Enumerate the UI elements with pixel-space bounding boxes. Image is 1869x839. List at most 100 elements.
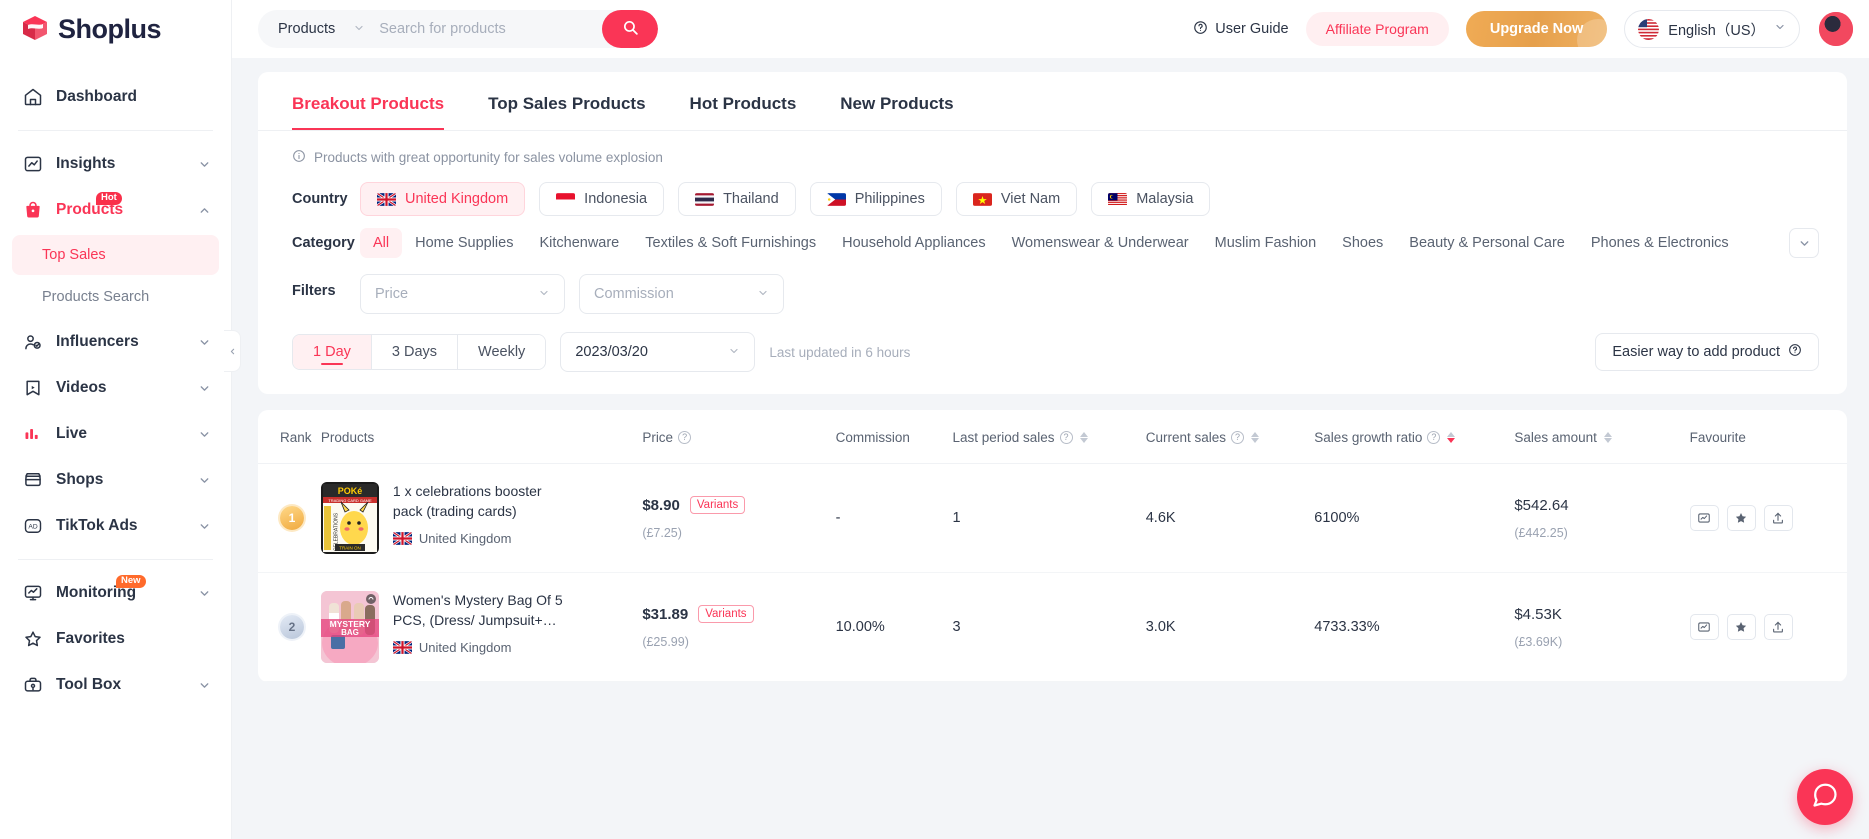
table-row[interactable]: 1 POKé TRADING CARD GAME CELEBRATIONS TR… (258, 463, 1847, 573)
sidebar-item-videos[interactable]: Videos (0, 365, 231, 411)
language-selector[interactable]: English（US） (1624, 10, 1800, 48)
sidebar-subitem-products-search[interactable]: Products Search (12, 277, 219, 317)
brand-logo[interactable]: Shoplus (0, 0, 231, 58)
cell-price: $8.90 Variants (£7.25) (642, 463, 836, 573)
variants-badge[interactable]: Variants (689, 496, 746, 514)
sidebar-item-live[interactable]: Live (0, 411, 231, 457)
time-range-1-day[interactable]: 1 Day (293, 335, 372, 369)
filter-selects: Price Commission (360, 274, 784, 314)
tabs-underline (258, 130, 1847, 131)
cell-sales-amount: $4.53K (£3.69K) (1514, 572, 1690, 682)
th-commission-label: Commission (835, 430, 910, 445)
th-last-period-sales-label: Last period sales (952, 430, 1055, 445)
th-price[interactable]: Price ? (642, 410, 836, 464)
sidebar-item-tiktok-ads[interactable]: AD TikTok Ads (0, 503, 231, 549)
commission-filter-select[interactable]: Commission (579, 274, 784, 314)
sidebar-item-insights[interactable]: Insights (0, 141, 231, 187)
search-input[interactable] (379, 21, 602, 37)
country-chip-thailand[interactable]: Thailand (678, 182, 796, 216)
search-submit-button[interactable] (602, 10, 658, 48)
home-icon (22, 87, 43, 108)
sort-toggle-active[interactable] (1447, 432, 1456, 443)
export-icon-button[interactable] (1763, 505, 1793, 531)
category-all[interactable]: All (360, 228, 403, 258)
tab-hot-products[interactable]: Hot Products (690, 94, 797, 131)
sidebar-subitem-top-sales[interactable]: Top Sales (12, 235, 219, 275)
favourite-star-icon-button[interactable] (1726, 614, 1756, 640)
sidebar-item-tool-box[interactable]: Tool Box (0, 662, 231, 708)
category-home-supplies[interactable]: Home Supplies (402, 228, 526, 258)
cell-last-period-sales: 3 (952, 572, 1146, 682)
analytics-icon-button[interactable] (1689, 614, 1719, 640)
th-current-sales[interactable]: Current sales ? (1145, 410, 1315, 464)
product-title[interactable]: Women's Mystery Bag Of 5 PCS, (Dress/ Ju… (393, 591, 573, 631)
category-womenswear-underwear[interactable]: Womenswear & Underwear (999, 228, 1202, 258)
easier-way-button[interactable]: Easier way to add product (1595, 333, 1819, 371)
search-category-select[interactable]: Products (258, 21, 379, 37)
export-icon-button[interactable] (1763, 614, 1793, 640)
th-rank[interactable]: Rank (258, 410, 321, 464)
favourite-star-icon-button[interactable] (1726, 505, 1756, 531)
rank-medal-gold: 1 (280, 506, 304, 530)
cell-commission: - (835, 463, 953, 573)
sidebar-item-products[interactable]: Products Hot (0, 187, 231, 233)
svg-text:POKé: POKé (338, 486, 363, 496)
product-thumbnail[interactable]: MYSTERY BAG (320, 591, 379, 663)
products-table-head: Rank Products Price ? Commission Last pe… (258, 410, 1847, 464)
analytics-icon-button[interactable] (1689, 505, 1719, 531)
tab-hint: Products with great opportunity for sale… (258, 131, 1847, 166)
category-kitchenware[interactable]: Kitchenware (526, 228, 632, 258)
country-chip-malaysia[interactable]: Malaysia (1091, 182, 1211, 216)
sort-toggle[interactable] (1079, 432, 1088, 443)
country-chip-viet-nam[interactable]: Viet Nam (955, 182, 1078, 216)
table-row[interactable]: 2 MYSTERY BAG Women's Mystery Bag Of 5 P… (258, 572, 1847, 682)
category-beauty-personal-care[interactable]: Beauty & Personal Care (1396, 228, 1578, 258)
category-muslim-fashion[interactable]: Muslim Fashion (1202, 228, 1330, 258)
country-chip-united-kingdom[interactable]: United Kingdom (360, 182, 526, 216)
shoplus-logo-icon (20, 14, 50, 44)
sidebar-item-influencers[interactable]: Influencers (0, 319, 231, 365)
sidebar-item-label: Favorites (56, 630, 125, 647)
tab-breakout-products[interactable]: Breakout Products (292, 94, 445, 131)
category-list: All Home Supplies Kitchenware Textiles &… (360, 228, 1783, 258)
category-filter-row: Category All Home Supplies Kitchenware T… (258, 216, 1847, 258)
sidebar-item-shops[interactable]: Shops (0, 457, 231, 503)
country-chip-indonesia[interactable]: Indonesia (539, 182, 665, 216)
variants-badge[interactable]: Variants (698, 605, 754, 623)
products-table-card: Rank Products Price ? Commission Last pe… (258, 410, 1847, 682)
user-guide-link[interactable]: User Guide (1193, 20, 1289, 39)
category-household-appliances[interactable]: Household Appliances (829, 228, 999, 258)
affiliate-program-button[interactable]: Affiliate Program (1305, 12, 1449, 46)
category-phones-electronics[interactable]: Phones & Electronics (1578, 228, 1742, 258)
category-expand-button[interactable] (1789, 228, 1819, 258)
user-avatar[interactable] (1817, 10, 1855, 48)
product-title[interactable]: 1 x celebrations booster pack (trading c… (393, 482, 573, 522)
th-sales-amount[interactable]: Sales amount (1514, 410, 1690, 464)
sidebar-item-monitoring[interactable]: Monitoring New (0, 570, 231, 616)
time-range-weekly[interactable]: Weekly (458, 335, 546, 369)
price-filter-select[interactable]: Price (360, 274, 565, 314)
category-shoes[interactable]: Shoes (1329, 228, 1396, 258)
video-bookmark-icon (22, 378, 43, 399)
country-chip-philippines[interactable]: Philippines (809, 182, 942, 216)
date-select[interactable]: 2023/03/20 (560, 332, 756, 372)
th-sales-growth-ratio[interactable]: Sales growth ratio ? (1314, 410, 1515, 464)
sidebar-collapse-toggle[interactable] (224, 330, 241, 372)
sidebar-item-dashboard[interactable]: Dashboard (0, 74, 231, 120)
time-range-3-days[interactable]: 3 Days (371, 335, 459, 369)
bag-icon (22, 200, 43, 221)
upgrade-now-button[interactable]: Upgrade Now (1465, 11, 1608, 47)
th-products[interactable]: Products (320, 410, 643, 464)
tab-top-sales-products[interactable]: Top Sales Products (488, 94, 645, 131)
cell-rank: 1 (258, 463, 321, 573)
th-last-period-sales[interactable]: Last period sales ? (952, 410, 1146, 464)
th-commission[interactable]: Commission (835, 410, 953, 464)
chat-support-button[interactable] (1797, 769, 1853, 825)
product-thumbnail[interactable]: POKé TRADING CARD GAME CELEBRATIONS TRAI… (320, 482, 379, 554)
sidebar-item-favorites[interactable]: Favorites (0, 616, 231, 662)
sort-toggle[interactable] (1603, 432, 1612, 443)
sort-toggle[interactable] (1251, 432, 1260, 443)
category-textiles-soft-furnishings[interactable]: Textiles & Soft Furnishings (632, 228, 829, 258)
uk-flag-icon (377, 192, 396, 206)
tab-new-products[interactable]: New Products (840, 94, 953, 131)
